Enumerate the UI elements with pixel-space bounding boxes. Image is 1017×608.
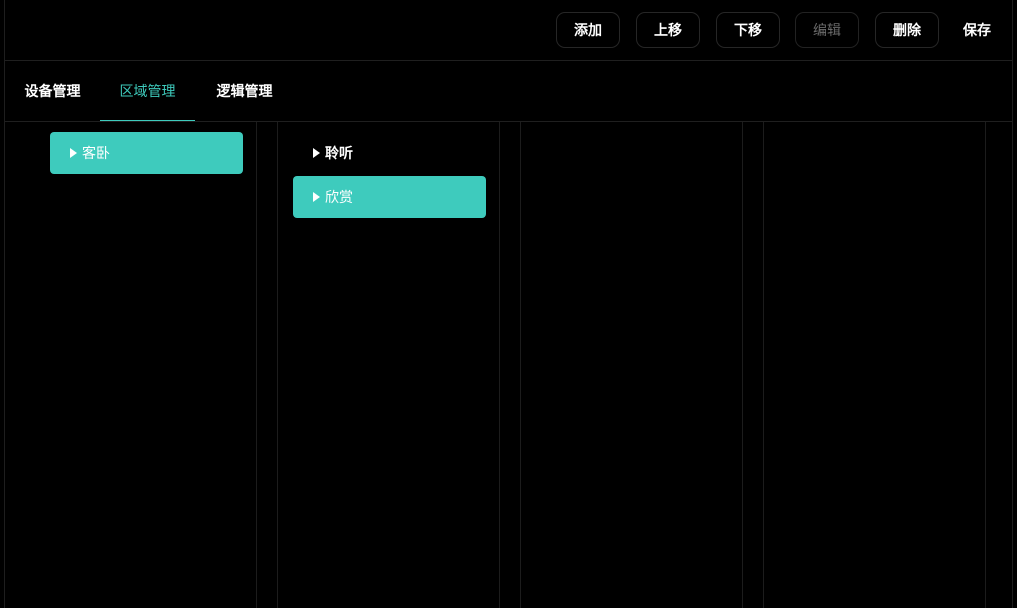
column-divider (499, 122, 500, 608)
column-divider (256, 122, 257, 608)
tree-item-label: 客卧 (82, 146, 110, 162)
add-button[interactable]: 添加 (556, 12, 620, 48)
frame-right-border (1012, 0, 1013, 608)
tab-logic-management[interactable]: 逻辑管理 (202, 61, 287, 121)
toolbar: 添加 上移 下移 编辑 删除 保存 (5, 0, 1012, 61)
column-divider (763, 122, 764, 608)
tab-area-management[interactable]: 区域管理 (100, 61, 195, 121)
column-divider (985, 122, 986, 608)
column-divider (742, 122, 743, 608)
tree-item-label: 聆听 (325, 146, 353, 162)
caret-right-icon (313, 148, 320, 158)
tab-bar: 设备管理 区域管理 逻辑管理 (5, 61, 1012, 122)
move-up-button[interactable]: 上移 (636, 12, 700, 48)
caret-right-icon (70, 148, 77, 158)
save-button[interactable]: 保存 (952, 12, 1002, 48)
tree-item-label: 欣赏 (325, 190, 353, 206)
column-divider (520, 122, 521, 608)
column-divider (277, 122, 278, 608)
move-down-button[interactable]: 下移 (716, 12, 780, 48)
delete-button[interactable]: 删除 (875, 12, 939, 48)
active-tab-indicator (100, 120, 195, 121)
caret-right-icon (313, 192, 320, 202)
tab-device-management[interactable]: 设备管理 (10, 61, 95, 121)
tree-item-appreciate[interactable]: 欣赏 (293, 176, 486, 218)
tree-item-listen[interactable]: 聆听 (293, 132, 486, 174)
edit-button: 编辑 (795, 12, 859, 48)
tree-item-guest-bedroom[interactable]: 客卧 (50, 132, 243, 174)
